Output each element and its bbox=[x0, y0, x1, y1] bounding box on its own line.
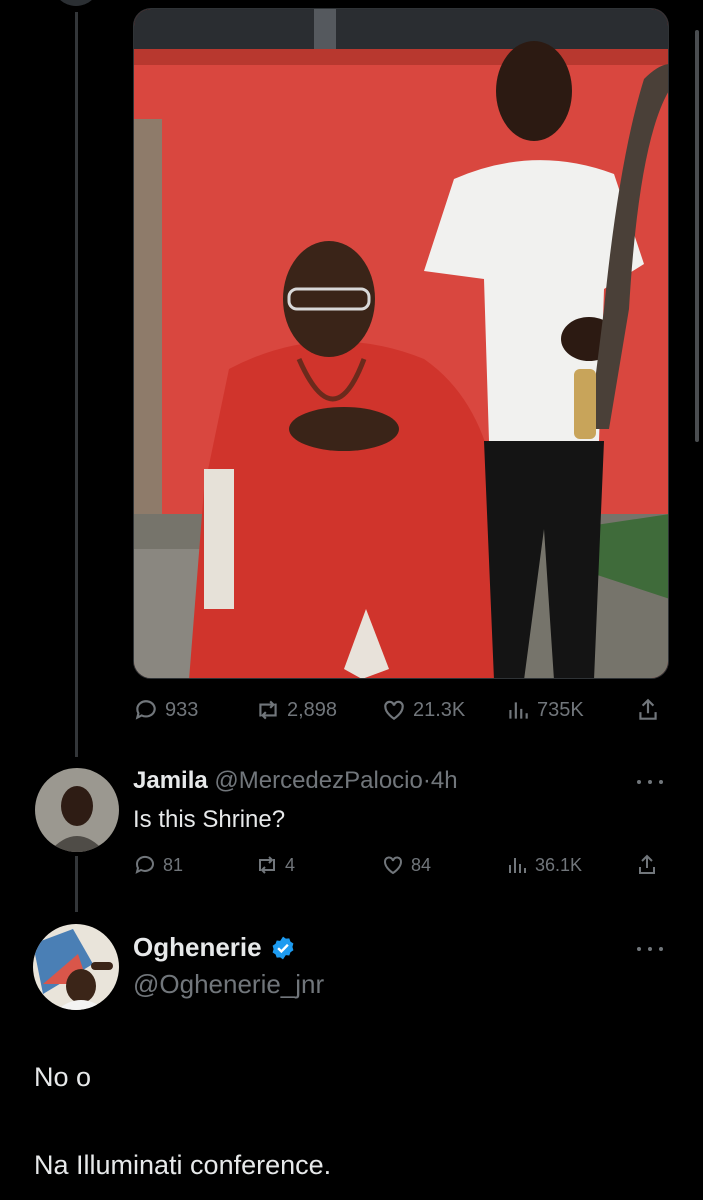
thread-line bbox=[75, 12, 78, 757]
share-button[interactable] bbox=[635, 695, 661, 725]
reply-action-bar: 81 4 84 36.1K bbox=[133, 850, 669, 880]
views-button[interactable]: 735K bbox=[505, 695, 584, 725]
more-icon[interactable] bbox=[637, 945, 663, 953]
like-count: 84 bbox=[411, 854, 432, 875]
views-icon bbox=[509, 858, 526, 873]
author-name[interactable]: Oghenerie bbox=[133, 932, 296, 963]
views-count: 735K bbox=[537, 698, 584, 721]
retweet-count: 2,898 bbox=[287, 698, 338, 721]
author-name-text: Oghenerie bbox=[133, 932, 262, 962]
author-handle[interactable]: @Oghenerie_jnr bbox=[133, 969, 324, 1000]
thread-line bbox=[75, 856, 78, 912]
tweet-photo[interactable] bbox=[133, 8, 669, 679]
like-icon bbox=[384, 856, 402, 875]
share-icon bbox=[639, 698, 657, 720]
reply-icon bbox=[135, 855, 154, 874]
reply-author-name[interactable]: Jamila bbox=[133, 767, 208, 794]
reply-text: Is this Shrine? bbox=[133, 806, 286, 833]
tweet-action-bar: 933 2,898 21.3K 735K bbox=[133, 695, 669, 725]
like-count: 21.3K bbox=[413, 698, 466, 721]
separator: · bbox=[422, 767, 431, 794]
like-icon bbox=[384, 700, 404, 720]
like-button[interactable]: 21.3K bbox=[381, 695, 465, 725]
scrollbar[interactable] bbox=[695, 30, 699, 442]
reply-count: 81 bbox=[163, 854, 184, 875]
reply-author-handle[interactable]: @MercedezPalocio bbox=[214, 767, 422, 794]
avatar[interactable] bbox=[35, 768, 119, 852]
reply-icon bbox=[135, 700, 156, 720]
retweet-icon bbox=[259, 856, 275, 874]
reply-button[interactable]: 933 bbox=[133, 695, 198, 725]
avatar[interactable] bbox=[33, 924, 119, 1010]
views-count: 36.1K bbox=[535, 854, 583, 875]
retweet-icon bbox=[259, 700, 277, 720]
reply-button[interactable]: 81 bbox=[133, 850, 183, 880]
views-button[interactable]: 36.1K bbox=[505, 850, 582, 880]
retweet-count: 4 bbox=[285, 854, 296, 875]
reply-time[interactable]: 4h bbox=[431, 767, 458, 794]
share-button[interactable] bbox=[635, 850, 659, 880]
tweet-text-line: No o bbox=[34, 1062, 92, 1092]
like-button[interactable]: 84 bbox=[381, 850, 431, 880]
retweet-button[interactable]: 2,898 bbox=[255, 695, 337, 725]
share-icon bbox=[639, 854, 655, 874]
tweet-text-line: Na Illuminati conference. bbox=[34, 1150, 332, 1180]
retweet-button[interactable]: 4 bbox=[255, 850, 295, 880]
previous-avatar[interactable] bbox=[52, 0, 100, 6]
verified-badge-icon[interactable] bbox=[270, 935, 296, 961]
views-icon bbox=[509, 702, 528, 719]
reply-header: Jamila @MercedezPalocio·4h bbox=[133, 767, 458, 795]
reply-count: 933 bbox=[165, 698, 199, 721]
more-icon[interactable] bbox=[637, 778, 663, 786]
